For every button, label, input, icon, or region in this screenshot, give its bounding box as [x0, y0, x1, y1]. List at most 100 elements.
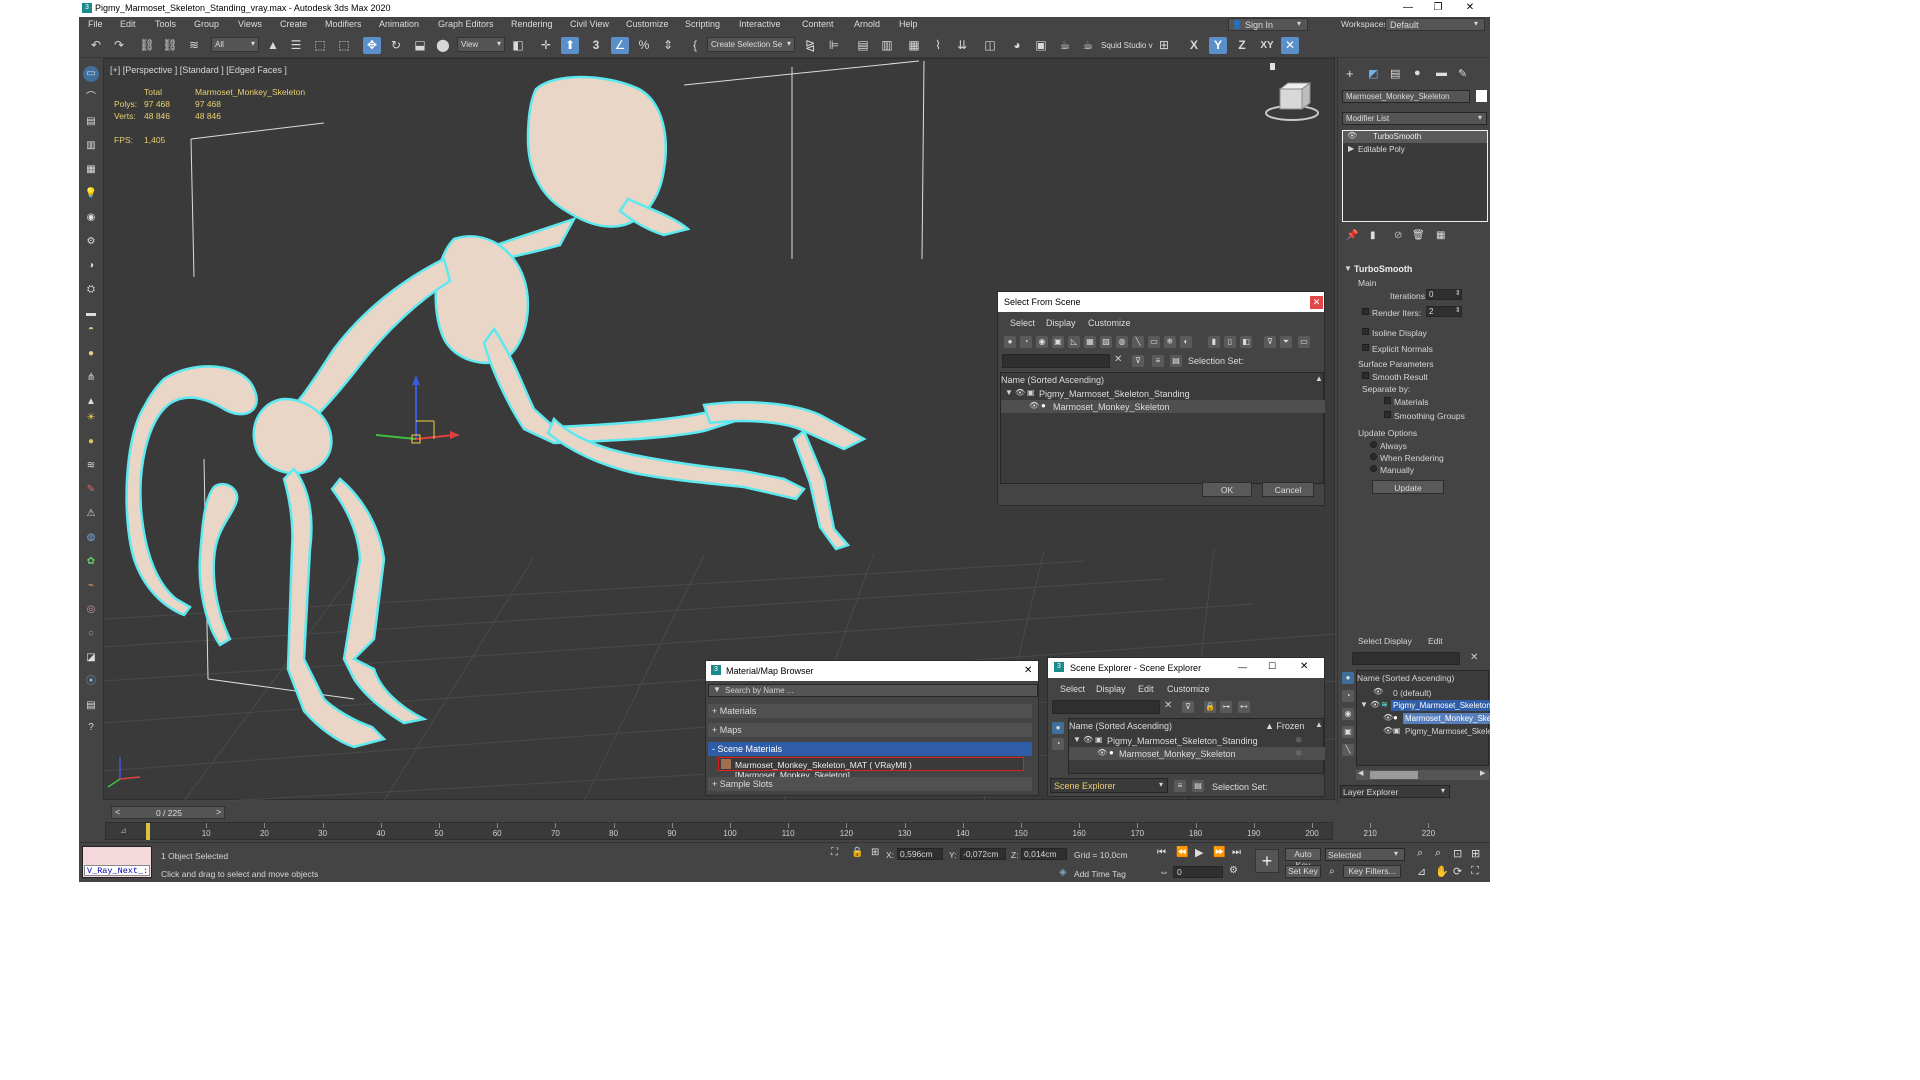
- spinner-arrows-icon[interactable]: ⇕: [1455, 289, 1461, 297]
- expand-down-icon[interactable]: ▼: [1005, 388, 1013, 397]
- select-move-icon[interactable]: ✥: [363, 37, 381, 54]
- remove-modifier-icon[interactable]: 🗑: [1412, 230, 1425, 241]
- go-to-end-icon[interactable]: ⏭: [1232, 847, 1241, 858]
- filter-helpers-icon[interactable]: ◺: [1068, 336, 1080, 348]
- angle-snap-icon[interactable]: ∠: [611, 37, 629, 54]
- skeleton-model[interactable]: [125, 75, 867, 749]
- material-search-input[interactable]: ▼ Search by Name ...: [708, 684, 1038, 697]
- align-icon[interactable]: ⊫: [825, 37, 843, 54]
- sfs-tab-select[interactable]: Select: [1010, 318, 1035, 328]
- material-editor-icon[interactable]: ◕: [1008, 37, 1026, 54]
- sort-by-layer-icon[interactable]: ◔: [1342, 690, 1354, 702]
- layers-icon[interactable]: ◪: [83, 650, 99, 666]
- key-filters-button[interactable]: Key Filters...: [1343, 865, 1401, 878]
- filter-toggle-icon[interactable]: ⊽: [1264, 336, 1276, 348]
- scene-material-item[interactable]: Marmoset_Monkey_Skeleton_MAT ( VRayMtl )…: [718, 757, 1024, 780]
- spinner-arrows-icon[interactable]: ⇕: [1455, 306, 1461, 314]
- hemisphere-icon[interactable]: ◓: [83, 322, 99, 338]
- filter-cameras-icon[interactable]: ▣: [1052, 336, 1064, 348]
- clear-search-icon[interactable]: ✕: [1114, 354, 1122, 365]
- cone-icon[interactable]: ▲: [83, 394, 99, 410]
- workspace-dropdown[interactable]: Default ▾: [1385, 18, 1485, 31]
- create-shape-icon[interactable]: ⌒: [83, 90, 99, 106]
- add-time-tag[interactable]: Add Time Tag: [1074, 869, 1126, 879]
- y-coordinate-input[interactable]: -0,072cm: [960, 848, 1006, 860]
- eye-icon[interactable]: 👁: [1097, 748, 1107, 757]
- layer-row-group-child[interactable]: 👁 ▣ Pigmy_Marmoset_Skele: [1357, 725, 1490, 738]
- object-name-input[interactable]: Marmoset_Monkey_Skeleton: [1342, 90, 1470, 103]
- layer-explorer-icon[interactable]: ▥: [878, 37, 896, 54]
- time-tag-icon[interactable]: ◈: [1059, 867, 1067, 878]
- filter-active-icon[interactable]: ⊽: [1182, 701, 1194, 713]
- sfs-cancel-button[interactable]: Cancel: [1262, 482, 1314, 497]
- update-button[interactable]: Update: [1372, 480, 1444, 494]
- maximize-viewport-icon[interactable]: ⛶: [1471, 865, 1479, 878]
- hair-hf-icon[interactable]: ⌁: [83, 578, 99, 594]
- sign-in-dropdown[interactable]: 👤 Sign In ▾: [1228, 18, 1308, 31]
- globe-icon[interactable]: ◍: [83, 530, 99, 546]
- axis-z-button[interactable]: Z: [1233, 37, 1251, 54]
- transform-gizmo[interactable]: [375, 375, 460, 444]
- close-window-button[interactable]: ✕: [1455, 2, 1485, 13]
- zoom-icon[interactable]: ⌕: [1417, 847, 1423, 860]
- scroll-thumb[interactable]: [1370, 771, 1418, 779]
- hierarchy-icon[interactable]: ▥: [83, 138, 99, 154]
- time-config-icon[interactable]: ⚙: [1229, 865, 1238, 876]
- scene-explorer-minimize-icon[interactable]: —: [1238, 662, 1247, 672]
- unlink-icon[interactable]: ⛓: [161, 37, 179, 54]
- eye-icon[interactable]: 👁: [1370, 700, 1380, 709]
- filter-containers-icon[interactable]: ▭: [1148, 336, 1160, 348]
- render-frame-icon[interactable]: ☕: [1056, 37, 1074, 54]
- render-iters-spinner[interactable]: 2 ⇕: [1426, 306, 1462, 317]
- axis-y-button[interactable]: Y: [1209, 37, 1227, 54]
- scene-explorer-maximize-icon[interactable]: ☐: [1268, 661, 1276, 672]
- menu-modifiers[interactable]: Modifiers: [325, 19, 362, 29]
- set-key-button[interactable]: Set Key: [1285, 865, 1321, 878]
- select-invert-icon[interactable]: ◧: [1240, 336, 1252, 348]
- layer-tab-display[interactable]: Display: [1384, 636, 1412, 646]
- show-end-result-icon[interactable]: ▮: [1370, 230, 1376, 241]
- render-iters-checkbox[interactable]: [1362, 308, 1369, 315]
- redo-icon[interactable]: ↷: [110, 37, 128, 54]
- sort-up-icon[interactable]: ▲: [1315, 720, 1323, 729]
- sort-by-hierarchy-icon[interactable]: ●: [1342, 672, 1354, 684]
- filter-funnel-icon[interactable]: ⏷: [1280, 336, 1292, 348]
- iterations-spinner[interactable]: 0 ⇕: [1426, 289, 1462, 300]
- isoline-checkbox[interactable]: [1362, 328, 1369, 335]
- layer-tab-edit[interactable]: Edit: [1428, 636, 1443, 646]
- group-materials[interactable]: + Materials: [708, 704, 1032, 718]
- menu-views[interactable]: Views: [238, 19, 262, 29]
- time-slider[interactable]: < 0 / 225 >: [111, 806, 225, 819]
- freeze-icon[interactable]: ❄: [1295, 735, 1303, 746]
- link-icon[interactable]: ⛓: [138, 37, 156, 54]
- filter-xrefs-icon[interactable]: ◍: [1116, 336, 1128, 348]
- selection-set-icon[interactable]: ▤: [1170, 355, 1182, 367]
- object-color-swatch[interactable]: [1476, 90, 1487, 102]
- se-tab-customize[interactable]: Customize: [1167, 684, 1210, 694]
- freeze-icon[interactable]: ❄: [1295, 748, 1303, 759]
- set-key-icon[interactable]: +: [1255, 849, 1279, 873]
- select-none-icon[interactable]: ▯: [1224, 336, 1236, 348]
- select-object-icon[interactable]: ▲: [264, 37, 282, 54]
- filter-hidden-icon[interactable]: ◐: [1180, 336, 1192, 348]
- particles-icon[interactable]: ⦿: [83, 674, 99, 690]
- update-rendering-radio[interactable]: [1370, 453, 1377, 460]
- pin-stack-icon[interactable]: 📌: [1346, 230, 1358, 241]
- scripts-icon[interactable]: ▤: [83, 698, 99, 714]
- eye-icon[interactable]: 👁: [1015, 388, 1025, 397]
- group-maps[interactable]: + Maps: [708, 723, 1032, 737]
- maxscript-input[interactable]: V_Ray_Next_:: [84, 865, 150, 876]
- eye-icon[interactable]: 👁: [1347, 131, 1357, 140]
- next-frame-icon[interactable]: ⏩: [1213, 847, 1225, 858]
- menu-rendering[interactable]: Rendering: [511, 19, 553, 29]
- menu-tools[interactable]: Tools: [155, 19, 176, 29]
- expand-down-icon[interactable]: ▼: [1073, 735, 1081, 744]
- render-setup-icon[interactable]: ▣: [1032, 37, 1050, 54]
- chevron-down-icon[interactable]: ▼: [713, 685, 721, 694]
- sort-up-icon[interactable]: ▲: [1315, 374, 1323, 383]
- bind-spacewarp-icon[interactable]: ≋: [185, 37, 203, 54]
- explorer-selector-dropdown[interactable]: Scene Explorer ▾: [1050, 778, 1168, 793]
- menu-graph-editors[interactable]: Graph Editors: [438, 19, 494, 29]
- menu-customize[interactable]: Customize: [626, 19, 669, 29]
- view-cube[interactable]: [1265, 63, 1319, 121]
